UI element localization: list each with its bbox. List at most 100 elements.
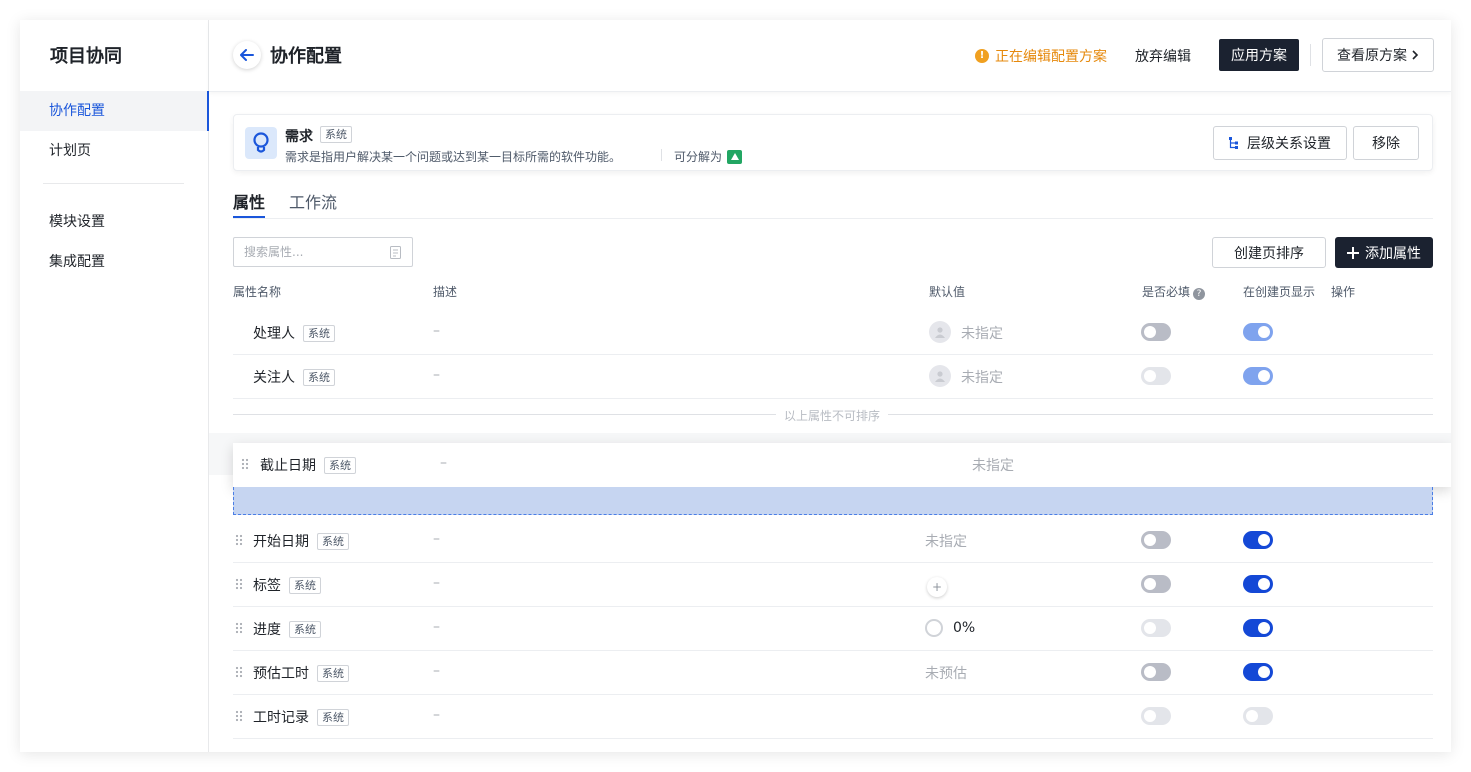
page-header: 协作配置 ! 正在编辑配置方案 放弃编辑 应用方案 查看原方案 [209, 20, 1451, 92]
add-attribute-label: 添加属性 [1365, 245, 1421, 262]
hierarchy-icon [1229, 137, 1238, 149]
attribute-name: 标签 系统 [253, 575, 321, 595]
user-avatar-icon [929, 365, 951, 387]
show-on-create-toggle[interactable] [1243, 531, 1273, 549]
attribute-name-text: 截止日期 [260, 458, 316, 474]
system-tag: 系统 [324, 456, 356, 474]
table-row: 工时记录 系统 – [233, 695, 1433, 739]
system-tag: 系统 [303, 368, 335, 386]
attribute-name-text: 进度 [253, 622, 281, 638]
requirement-icon [245, 127, 277, 159]
system-tag: 系统 [303, 324, 335, 342]
attribute-name-text: 处理人 [253, 326, 295, 342]
attribute-description: – [433, 707, 440, 723]
card-divider [661, 149, 662, 161]
view-original-label: 查看原方案 [1337, 48, 1407, 64]
tab-divider [233, 218, 1433, 219]
attribute-name-text: 预估工时 [253, 666, 309, 682]
attribute-default: 未指定 [929, 321, 1003, 343]
item-type-description: 需求是指用户解决某一个问题或达到某一目标所需的软件功能。 [285, 150, 622, 164]
attribute-description: – [433, 619, 440, 635]
sidebar-item-modules[interactable]: 模块设置 [20, 202, 209, 242]
attribute-default[interactable]: 0% [925, 619, 975, 637]
attribute-description: – [433, 663, 440, 679]
table-row: 关注人 系统 – 未指定 [233, 355, 1433, 399]
system-tag: 系统 [317, 708, 349, 726]
attribute-name: 截止日期 系统 [260, 455, 356, 475]
sidebar-item-plan[interactable]: 计划页 [20, 131, 209, 171]
hierarchy-settings-button[interactable]: 层级关系设置 [1213, 126, 1347, 160]
required-toggle[interactable] [1141, 323, 1171, 341]
drag-handle-icon[interactable] [235, 622, 243, 634]
help-icon[interactable]: ? [1193, 288, 1206, 300]
page-title: 协作配置 [270, 46, 342, 67]
attribute-name: 关注人 系统 [253, 367, 335, 387]
sidebar-item-collab-config[interactable]: 协作配置 [20, 91, 209, 131]
drag-handle-icon[interactable] [235, 710, 243, 722]
attribute-default[interactable]: 未预估 [925, 663, 967, 683]
table-row: 开始日期 系统 – 未指定 [233, 519, 1433, 563]
show-on-create-toggle[interactable] [1243, 575, 1273, 593]
tab-workflow[interactable]: 工作流 [289, 189, 337, 213]
add-attribute-button[interactable]: 添加属性 [1335, 237, 1433, 268]
drag-handle-icon[interactable] [241, 458, 249, 470]
attribute-name: 开始日期 系统 [253, 531, 349, 551]
attribute-name: 工时记录 系统 [253, 707, 349, 727]
tab-attributes[interactable]: 属性 [233, 189, 265, 213]
dragging-row[interactable]: 截止日期 系统 – 未指定 [233, 443, 1451, 487]
column-header-name: 属性名称 [233, 285, 282, 299]
show-on-create-toggle [1243, 323, 1273, 341]
drop-placeholder [233, 487, 1433, 515]
sidebar-title: 项目协同 [50, 46, 122, 67]
progress-value: 0% [953, 620, 976, 636]
attribute-name: 预估工时 系统 [253, 663, 349, 683]
discard-edit-button[interactable]: 放弃编辑 [1135, 46, 1191, 66]
plus-icon [1347, 246, 1359, 259]
column-header-required-label: 是否必填 [1142, 285, 1191, 299]
apply-scheme-button[interactable]: 应用方案 [1219, 39, 1299, 71]
attribute-description: – [440, 455, 447, 471]
item-type-name: 需求 [285, 129, 313, 145]
attribute-description: – [433, 323, 440, 339]
column-header-required: 是否必填? [1142, 283, 1206, 300]
system-tag: 系统 [320, 126, 352, 143]
view-original-button[interactable]: 查看原方案 [1322, 38, 1434, 72]
user-avatar-icon [929, 321, 951, 343]
back-button[interactable] [233, 41, 261, 69]
table-row: 进度 系统 – 0% [233, 607, 1433, 651]
progress-ring-icon [925, 619, 943, 637]
app-window: 项目协同 协作配置 计划页 模块设置 集成配置 协作配置 ! 正在编辑配置方案 … [20, 20, 1451, 752]
attribute-name-text: 标签 [253, 578, 281, 594]
subtask-type-icon [727, 149, 743, 164]
show-on-create-toggle [1243, 367, 1273, 385]
attribute-description: – [433, 531, 440, 547]
attribute-name: 进度 系统 [253, 619, 321, 639]
attribute-default: + [925, 575, 947, 597]
show-on-create-toggle[interactable] [1243, 619, 1273, 637]
show-on-create-toggle[interactable] [1243, 663, 1273, 681]
sidebar-item-integrations[interactable]: 集成配置 [20, 242, 209, 282]
editing-status-text: 正在编辑配置方案 [995, 49, 1107, 65]
drag-handle-icon[interactable] [235, 666, 243, 678]
drag-handle-icon[interactable] [235, 534, 243, 546]
required-toggle[interactable] [1141, 663, 1171, 681]
system-tag: 系统 [289, 620, 321, 638]
add-tag-button[interactable]: + [927, 577, 947, 597]
attribute-name-text: 开始日期 [253, 534, 309, 550]
table-row: 标签 系统 – + [233, 563, 1433, 607]
attribute-default[interactable]: 未指定 [925, 531, 967, 551]
sidebar: 项目协同 协作配置 计划页 模块设置 集成配置 [20, 20, 209, 752]
default-value-text: 未指定 [961, 370, 1003, 386]
create-page-sort-button[interactable]: 创建页排序 [1212, 237, 1326, 268]
table-row: 预估工时 系统 – 未预估 [233, 651, 1433, 695]
search-attributes-input[interactable] [233, 237, 413, 267]
column-header-show-on-create: 在创建页显示 [1243, 285, 1316, 299]
attribute-name-text: 关注人 [253, 370, 295, 386]
remove-button[interactable]: 移除 [1353, 126, 1419, 160]
required-toggle[interactable] [1141, 575, 1171, 593]
required-toggle[interactable] [1141, 531, 1171, 549]
default-value-text: 未指定 [961, 326, 1003, 342]
chevron-right-icon [1412, 50, 1419, 60]
drag-handle-icon[interactable] [235, 578, 243, 590]
table-row: 处理人 系统 – 未指定 [233, 311, 1433, 355]
